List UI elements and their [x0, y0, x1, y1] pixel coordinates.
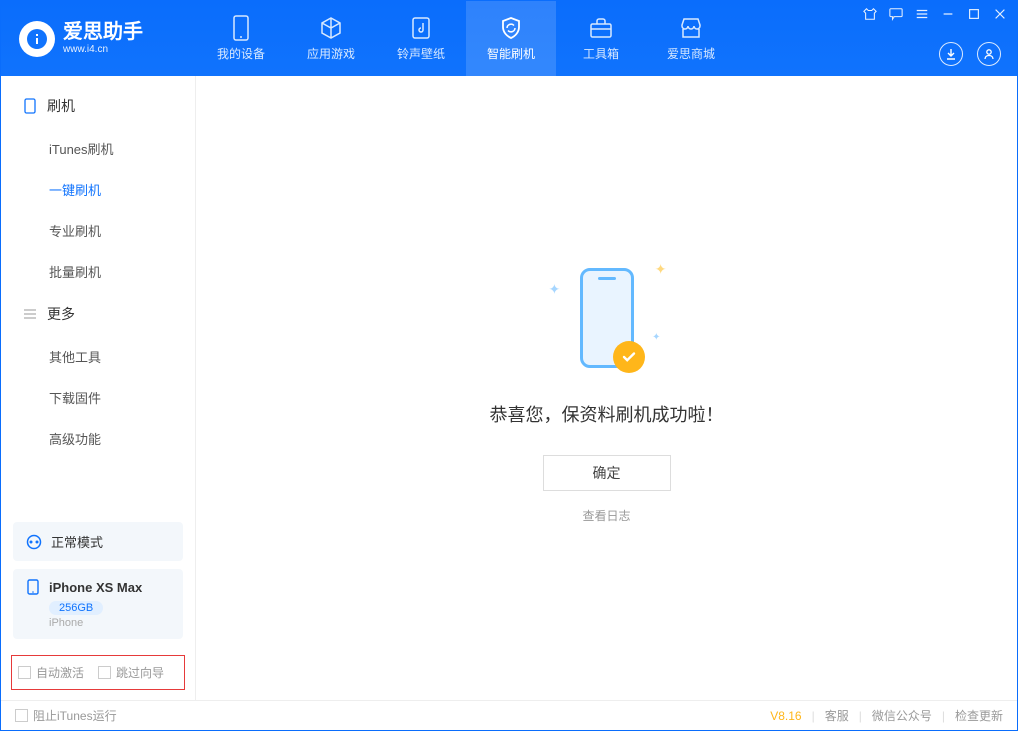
list-icon: [23, 307, 37, 321]
mode-icon: [25, 533, 43, 551]
nav-tab-label: 工具箱: [583, 45, 619, 62]
sparkle-icon: ✦: [655, 261, 667, 278]
nav-tab-label: 我的设备: [217, 45, 265, 62]
toolbox-icon: [588, 15, 614, 41]
nav-tab-label: 爱思商城: [667, 45, 715, 62]
wechat-link[interactable]: 微信公众号: [872, 707, 932, 724]
phone-icon: [228, 15, 254, 41]
user-icon[interactable]: [977, 42, 1001, 66]
sidebar-item-advanced[interactable]: 高级功能: [1, 418, 195, 459]
shield-sync-icon: [498, 15, 524, 41]
update-link[interactable]: 检查更新: [955, 707, 1003, 724]
app-subtitle: www.i4.cn: [63, 44, 143, 55]
storage-badge: 256GB: [49, 601, 103, 615]
feedback-icon[interactable]: [889, 7, 903, 21]
close-icon[interactable]: [993, 7, 1007, 21]
download-icon[interactable]: [939, 42, 963, 66]
sidebar-item-other[interactable]: 其他工具: [1, 336, 195, 377]
version-label: V8.16: [770, 709, 801, 723]
status-right: V8.16 | 客服 | 微信公众号 | 检查更新: [770, 707, 1003, 724]
sparkle-icon: ✦: [549, 281, 561, 298]
checkbox-label: 跳过向导: [116, 664, 164, 681]
main-content: ✦ ✦ ✦ 恭喜您，保资料刷机成功啦！ 确定 查看日志: [196, 76, 1017, 700]
minimize-icon[interactable]: [941, 7, 955, 21]
nav-tab-device[interactable]: 我的设备: [196, 1, 286, 76]
section-title: 更多: [47, 304, 75, 324]
shirt-icon[interactable]: [863, 7, 877, 21]
nav-tab-label: 智能刷机: [487, 45, 535, 62]
device-type: iPhone: [49, 617, 171, 629]
nav-tab-toolbox[interactable]: 工具箱: [556, 1, 646, 76]
app-title: 爱思助手: [63, 22, 143, 42]
nav-tab-apps[interactable]: 应用游戏: [286, 1, 376, 76]
music-icon: [408, 15, 434, 41]
check-badge-icon: [613, 341, 645, 373]
device-icon: [25, 579, 41, 595]
device-card[interactable]: iPhone XS Max 256GB iPhone: [13, 569, 183, 639]
sidebar-item-itunes[interactable]: iTunes刷机: [1, 128, 195, 169]
sparkle-icon: ✦: [652, 332, 660, 343]
success-message: 恭喜您，保资料刷机成功啦！: [490, 401, 724, 427]
nav-tab-label: 应用游戏: [307, 45, 355, 62]
store-icon: [678, 15, 704, 41]
logo-area: 爱思助手 www.i4.cn: [1, 21, 196, 57]
checkbox-label: 自动激活: [36, 664, 84, 681]
section-flash: 刷机: [1, 84, 195, 128]
sidebar-scroll: 刷机 iTunes刷机 一键刷机 专业刷机 批量刷机 更多 其他工具 下载固件 …: [1, 76, 195, 514]
view-log-link[interactable]: 查看日志: [582, 507, 630, 524]
mode-card[interactable]: 正常模式: [13, 522, 183, 561]
success-illustration: ✦ ✦ ✦: [527, 253, 687, 383]
checkbox-skip-wizard[interactable]: 跳过向导: [98, 664, 164, 681]
checkbox-block-itunes[interactable]: 阻止iTunes运行: [15, 707, 117, 724]
nav-tab-label: 铃声壁纸: [397, 45, 445, 62]
app-logo-icon: [19, 21, 55, 57]
support-link[interactable]: 客服: [825, 707, 849, 724]
section-more: 更多: [1, 292, 195, 336]
sidebar-item-batch[interactable]: 批量刷机: [1, 251, 195, 292]
body: 刷机 iTunes刷机 一键刷机 专业刷机 批量刷机 更多 其他工具 下载固件 …: [1, 76, 1017, 700]
mode-label: 正常模式: [51, 532, 103, 551]
sidebar: 刷机 iTunes刷机 一键刷机 专业刷机 批量刷机 更多 其他工具 下载固件 …: [1, 76, 196, 700]
nav-tab-store[interactable]: 爱思商城: [646, 1, 736, 76]
logo-text: 爱思助手 www.i4.cn: [63, 22, 143, 55]
titlebar-controls: [863, 7, 1007, 21]
section-title: 刷机: [47, 96, 75, 116]
sidebar-item-pro[interactable]: 专业刷机: [1, 210, 195, 251]
device-name: iPhone XS Max: [49, 580, 142, 595]
device-small-icon: [23, 99, 37, 113]
cube-icon: [318, 15, 344, 41]
header-right: [939, 42, 1001, 66]
statusbar: 阻止iTunes运行 V8.16 | 客服 | 微信公众号 | 检查更新: [1, 700, 1017, 730]
nav-tab-ringtone[interactable]: 铃声壁纸: [376, 1, 466, 76]
sidebar-item-oneclick[interactable]: 一键刷机: [1, 169, 195, 210]
menu-icon[interactable]: [915, 7, 929, 21]
sidebar-item-firmware[interactable]: 下载固件: [1, 377, 195, 418]
nav-tab-flash[interactable]: 智能刷机: [466, 1, 556, 76]
checkbox-auto-activate[interactable]: 自动激活: [18, 664, 84, 681]
header: 爱思助手 www.i4.cn 我的设备 应用游戏 铃声壁纸 智能刷机 工具箱 爱…: [1, 1, 1017, 76]
checkbox-label: 阻止iTunes运行: [33, 707, 117, 724]
bottom-options-highlight: 自动激活 跳过向导: [11, 655, 185, 690]
maximize-icon[interactable]: [967, 7, 981, 21]
ok-button[interactable]: 确定: [543, 455, 671, 491]
nav-tabs: 我的设备 应用游戏 铃声壁纸 智能刷机 工具箱 爱思商城: [196, 1, 736, 76]
